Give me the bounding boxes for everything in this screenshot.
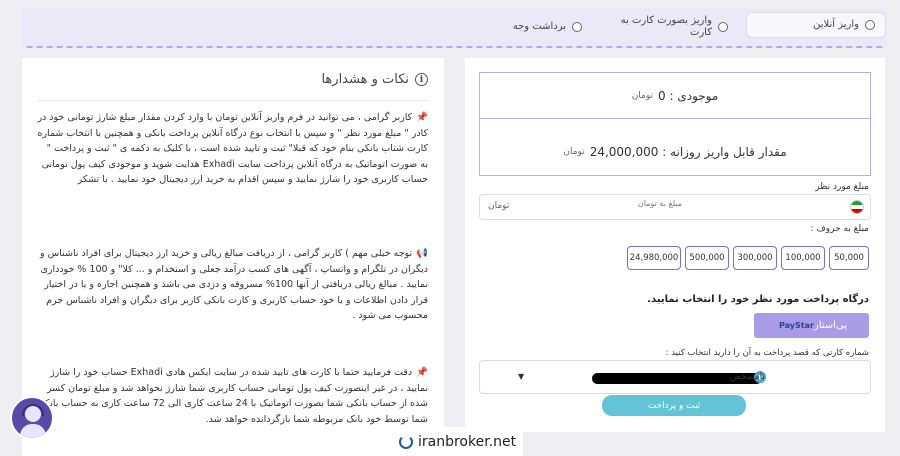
preset-amount-button[interactable]: 100,000 [781, 246, 825, 270]
bank-name: نامشخص [730, 372, 765, 382]
card-select-label: شماره کارتی که قصد پرداخت به آن را دارید… [665, 348, 869, 358]
radio-icon[interactable] [572, 22, 582, 32]
watermark: iranbroker.net [393, 427, 523, 456]
pushpin-icon: 📌 [416, 112, 428, 123]
balance-box: موجودی : 0 تومان مقدار قابل واریز روزانه… [479, 72, 871, 176]
amount-unit: تومان [488, 201, 510, 211]
preset-amount-button[interactable]: 24,980,000 [627, 246, 681, 270]
watermark-logo-icon [399, 434, 413, 449]
radio-icon[interactable] [718, 22, 728, 32]
submit-payment-button[interactable]: ثبت و پرداخت [602, 395, 746, 416]
tab-label: واریز بصورت کارت به کارت [620, 15, 712, 38]
daily-limit-row: مقدار قابل واریز روزانه : 24,000,000 توم… [480, 129, 870, 175]
amount-input[interactable] [580, 199, 740, 208]
tab-label: واریز آنلاین [813, 19, 859, 30]
tab-online-deposit[interactable]: واریز آنلاین [746, 12, 886, 38]
gateway-title: درگاه پرداخت مورد نظر خود را انتخاب نمای… [647, 294, 869, 305]
notes-header: i نکات و هشدارها [321, 72, 428, 87]
note-item: 📌دقت فرمایید حتما با کارت های تایید شده … [36, 365, 428, 427]
iran-flag-icon [850, 200, 864, 214]
balance-unit: تومان [631, 90, 654, 101]
megaphone-icon: 📢 [416, 248, 428, 259]
dropdown-caret-icon: ▼ [518, 372, 525, 381]
note-text: دقت فرمایید حتما با کارت های تایید شده د… [37, 367, 428, 425]
pushpin-icon: 📌 [416, 367, 428, 378]
notes-panel: i نکات و هشدارها 📌کاربر گرامی ، می توانی… [22, 58, 444, 456]
payment-tabs: واریز آنلاین واریز بصورت کارت به کارت بر… [22, 8, 886, 48]
amount-field[interactable]: تومان [479, 194, 871, 220]
note-text: توجه خیلی مهم ) کاربر گرامی ، از دریافت … [40, 248, 428, 321]
balance-row: موجودی : 0 تومان [480, 73, 870, 119]
daily-limit-unit: تومان [563, 147, 585, 157]
watermark-text: iranbroker.net [418, 433, 517, 450]
avatar-body [20, 424, 46, 438]
daily-limit-label: مقدار قابل واریز روزانه : 24,000,000 [589, 145, 787, 159]
radio-icon[interactable] [865, 20, 875, 30]
paystar-gateway-button[interactable]: پی‌استار PayStar [754, 313, 869, 338]
preset-amounts: 50,000 100,000 300,000 500,000 24,980,00… [627, 246, 869, 270]
deposit-form-panel: موجودی : 0 تومان مقدار قابل واریز روزانه… [465, 58, 885, 432]
preset-amount-button[interactable]: 50,000 [829, 246, 869, 270]
card-select[interactable]: ▼ ◆ نامشخص [479, 360, 871, 394]
divider [38, 100, 428, 101]
amount-in-words-label: مبلغ به حروف : [810, 224, 869, 234]
tab-card-to-card[interactable]: واریز بصورت کارت به کارت [591, 8, 736, 46]
preset-amount-button[interactable]: 300,000 [733, 246, 777, 270]
headset-icon [22, 404, 44, 416]
paystar-logo: PayStar [778, 321, 814, 330]
note-text: کاربر گرامی ، می توانید در فرم واریز آنل… [37, 112, 428, 185]
support-chat-button[interactable] [10, 396, 54, 440]
balance-label: موجودی : 0 [658, 88, 719, 103]
amount-label: مبلغ مورد نظر [815, 182, 869, 192]
note-item: 📌کاربر گرامی ، می توانید در فرم واریز آن… [36, 110, 428, 188]
gateway-name: پی‌استار [813, 320, 848, 331]
preset-amount-button[interactable]: 500,000 [685, 246, 729, 270]
info-icon: i [415, 73, 428, 86]
note-item: 📢توجه خیلی مهم ) کاربر گرامی ، از دریافت… [36, 246, 428, 324]
tab-withdraw[interactable]: برداشت وجه [506, 8, 586, 46]
tab-label: برداشت وجه [512, 21, 566, 32]
notes-title: نکات و هشدارها [321, 72, 409, 87]
